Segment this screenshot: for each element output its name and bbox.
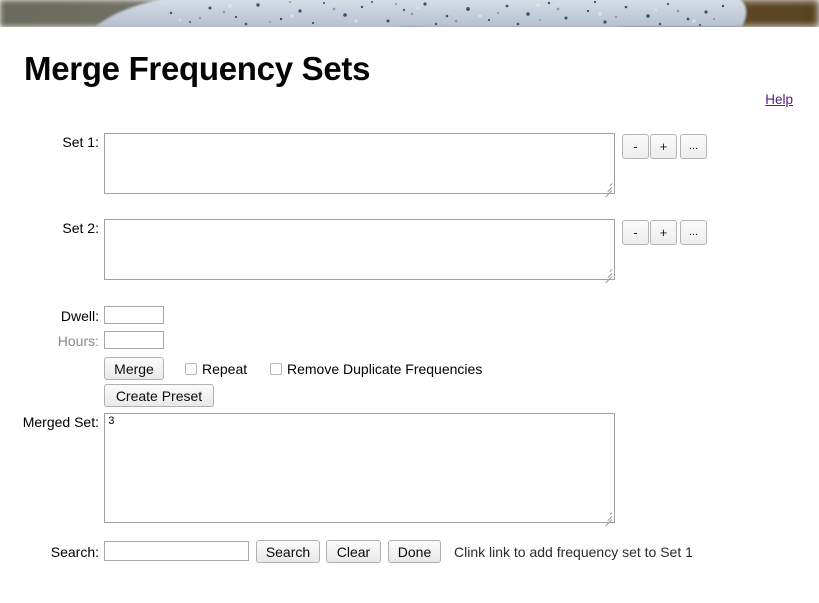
search-label: Search: bbox=[50, 544, 99, 560]
repeat-checkbox[interactable] bbox=[185, 363, 197, 375]
set2-more-button[interactable]: ... bbox=[680, 220, 707, 245]
repeat-label[interactable]: Repeat bbox=[202, 361, 247, 377]
set1-plus-button[interactable]: + bbox=[650, 134, 677, 159]
set1-more-button[interactable]: ... bbox=[680, 134, 707, 159]
merged-set-label: Merged Set: bbox=[22, 414, 99, 430]
page-title: Merge Frequency Sets bbox=[24, 50, 371, 87]
create-preset-button[interactable]: Create Preset bbox=[104, 384, 214, 407]
merge-button[interactable]: Merge bbox=[104, 357, 164, 380]
hours-input[interactable] bbox=[104, 331, 164, 349]
help-link[interactable]: Help bbox=[765, 92, 793, 107]
set1-minus-button[interactable]: - bbox=[622, 134, 649, 159]
hours-label: Hours: bbox=[57, 333, 99, 349]
dwell-input[interactable] bbox=[104, 306, 164, 324]
remove-duplicates-checkbox[interactable] bbox=[270, 363, 282, 375]
done-button[interactable]: Done bbox=[388, 540, 441, 563]
set2-minus-button[interactable]: - bbox=[622, 220, 649, 245]
search-input[interactable] bbox=[104, 541, 249, 561]
set1-textarea[interactable] bbox=[104, 133, 615, 194]
search-button[interactable]: Search bbox=[256, 540, 320, 563]
clear-button[interactable]: Clear bbox=[326, 540, 381, 563]
set1-label: Set 1: bbox=[62, 134, 99, 150]
set2-plus-button[interactable]: + bbox=[650, 220, 677, 245]
header-banner-image bbox=[0, 0, 819, 27]
merged-set-textarea[interactable]: 3 bbox=[104, 413, 615, 523]
search-hint-text: Clink link to add frequency set to Set 1 bbox=[454, 544, 693, 560]
set2-textarea[interactable] bbox=[104, 219, 615, 280]
dwell-label: Dwell: bbox=[60, 308, 99, 324]
set2-label: Set 2: bbox=[62, 220, 99, 236]
remove-duplicates-label[interactable]: Remove Duplicate Frequencies bbox=[287, 361, 482, 377]
